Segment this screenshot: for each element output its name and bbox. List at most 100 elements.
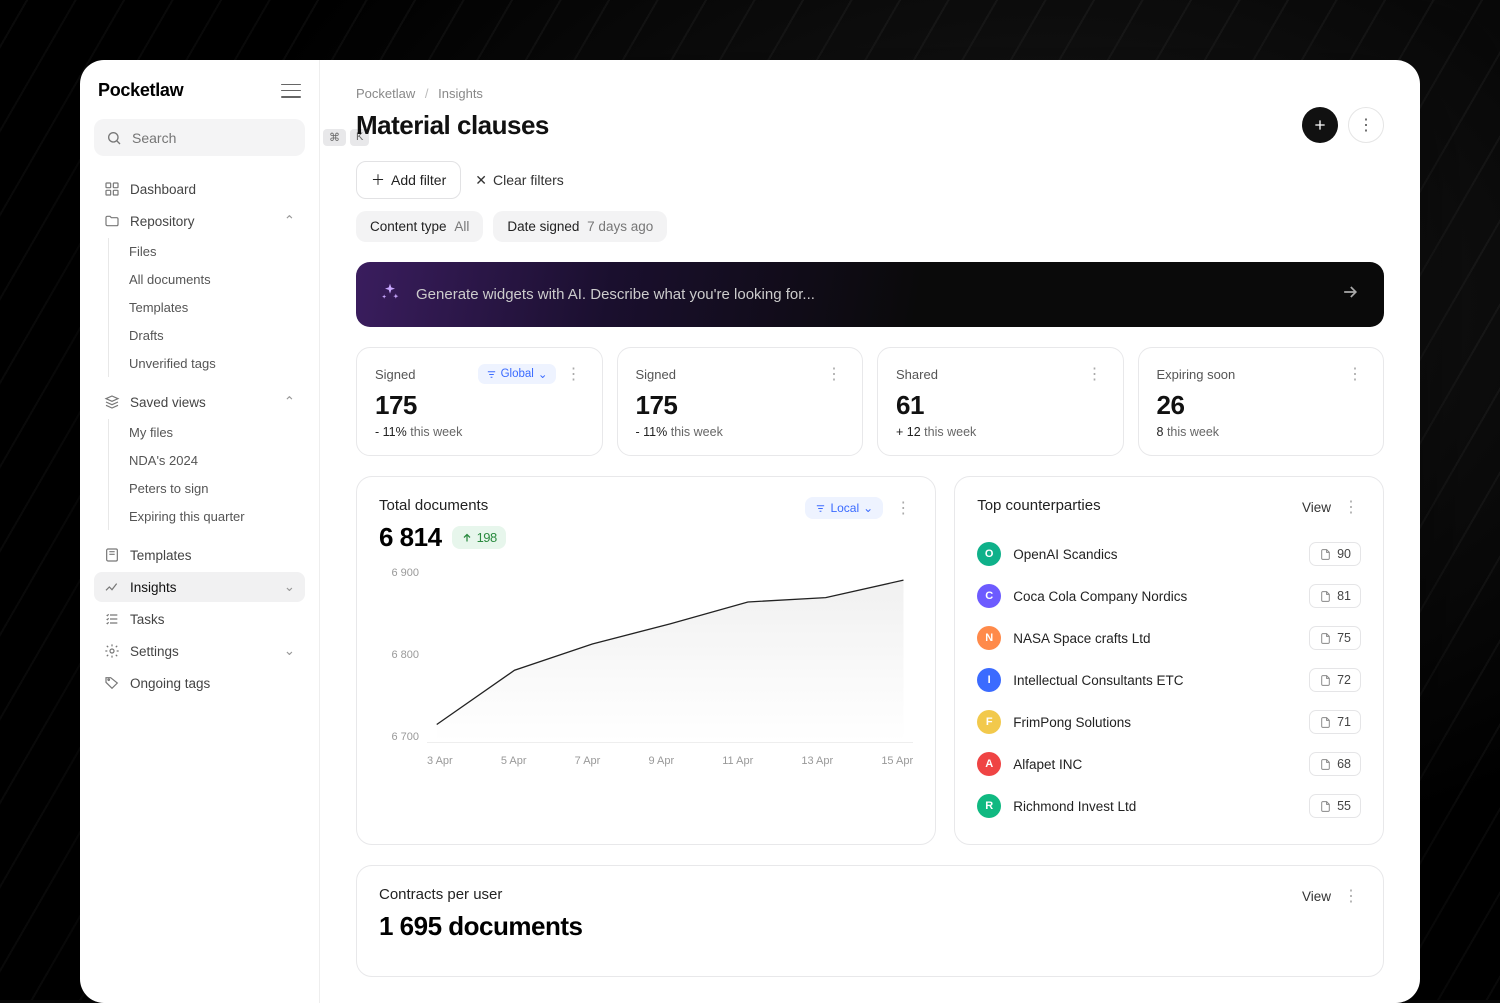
sidebar-item-repository[interactable]: Repository ⌃ <box>94 206 305 236</box>
dashboard-icon <box>104 181 120 197</box>
clear-filters-button[interactable]: ✕ Clear filters <box>475 172 564 189</box>
ai-prompt-text: Generate widgets with AI. Describe what … <box>416 286 1324 303</box>
sidebar-item-all-documents[interactable]: All documents <box>121 266 305 293</box>
tasks-icon <box>104 611 120 627</box>
breadcrumb: Pocketlaw / Insights <box>356 86 1384 101</box>
sidebar-item-unverified-tags[interactable]: Unverified tags <box>121 350 305 377</box>
avatar: C <box>977 584 1001 608</box>
sidebar-item-saved-views[interactable]: Saved views ⌃ <box>94 387 305 417</box>
counterparty-row[interactable]: I Intellectual Consultants ETC 72 <box>977 662 1361 698</box>
card-more-icon[interactable]: ⋮ <box>1345 364 1365 384</box>
nav-label: Insights <box>130 580 177 595</box>
sidebar-item-insights[interactable]: Insights ⌄ <box>94 572 305 602</box>
card-more-icon[interactable]: ⋮ <box>564 364 584 384</box>
trend-badge: 198 <box>452 526 506 549</box>
chevron-up-icon: ⌃ <box>284 213 295 229</box>
card-more-icon[interactable]: ⋮ <box>824 364 844 384</box>
panel-more-icon[interactable]: ⋮ <box>1341 886 1361 906</box>
chevron-down-icon: ⌄ <box>538 367 548 381</box>
chevron-down-icon: ⌄ <box>863 501 873 515</box>
add-filter-button[interactable]: ＋ Add filter <box>356 161 461 199</box>
counterparty-row[interactable]: O OpenAI Scandics 90 <box>977 536 1361 572</box>
counterparty-count: 90 <box>1309 542 1361 566</box>
sidebar-item-ongoing-tags[interactable]: Ongoing tags <box>94 668 305 698</box>
chevron-up-icon: ⌃ <box>284 394 295 410</box>
counterparty-row[interactable]: C Coca Cola Company Nordics 81 <box>977 578 1361 614</box>
arrow-right-icon[interactable] <box>1340 282 1360 307</box>
view-link[interactable]: View <box>1302 889 1331 904</box>
sidebar-item-settings[interactable]: Settings ⌄ <box>94 636 305 666</box>
sidebar-item-drafts[interactable]: Drafts <box>121 322 305 349</box>
sidebar-item-expiring[interactable]: Expiring this quarter <box>121 503 305 530</box>
filter-chip-date-signed[interactable]: Date signed 7 days ago <box>493 211 667 242</box>
tag-icon <box>104 675 120 691</box>
insights-icon <box>104 579 120 595</box>
counterparty-name: OpenAI Scandics <box>1013 547 1297 562</box>
sidebar: Pocketlaw ⌘K Dashboard Repository ⌃ File… <box>80 60 320 1003</box>
counterparty-row[interactable]: N NASA Space crafts Ltd 75 <box>977 620 1361 656</box>
ai-prompt-bar[interactable]: Generate widgets with AI. Describe what … <box>356 262 1384 327</box>
add-button[interactable] <box>1302 107 1338 143</box>
counterparty-count: 68 <box>1309 752 1361 776</box>
search-field[interactable] <box>132 130 313 146</box>
counterparty-row[interactable]: R Richmond Invest Ltd 55 <box>977 788 1361 824</box>
nav-label: Saved views <box>130 395 206 410</box>
sidebar-item-templates-sub[interactable]: Templates <box>121 294 305 321</box>
more-button[interactable]: ⋮ <box>1348 107 1384 143</box>
counterparty-count: 55 <box>1309 794 1361 818</box>
sidebar-item-files[interactable]: Files <box>121 238 305 265</box>
sidebar-item-ndas[interactable]: NDA's 2024 <box>121 447 305 474</box>
brand-logo: Pocketlaw <box>98 80 183 101</box>
nav: Dashboard Repository ⌃ Files All documen… <box>94 174 305 698</box>
filter-chip-content-type[interactable]: Content type All <box>356 211 483 242</box>
counterparty-row[interactable]: F FrimPong Solutions 71 <box>977 704 1361 740</box>
counterparty-count: 75 <box>1309 626 1361 650</box>
scope-tag-global[interactable]: Global ⌄ <box>478 364 556 384</box>
counterparty-name: Alfapet INC <box>1013 757 1297 772</box>
panel-total-documents: Total documents 6 814 198 Local <box>356 476 936 845</box>
stack-icon <box>104 394 120 410</box>
avatar: O <box>977 542 1001 566</box>
sidebar-item-peters[interactable]: Peters to sign <box>121 475 305 502</box>
page-title: Material clauses <box>356 110 549 141</box>
sparkle-icon <box>380 282 400 307</box>
sidebar-item-tasks[interactable]: Tasks <box>94 604 305 634</box>
avatar: N <box>977 626 1001 650</box>
sidebar-item-dashboard[interactable]: Dashboard <box>94 174 305 204</box>
counterparty-count: 71 <box>1309 710 1361 734</box>
avatar: A <box>977 752 1001 776</box>
search-input[interactable]: ⌘K <box>94 119 305 156</box>
template-icon <box>104 547 120 563</box>
saved-views-submenu: My files NDA's 2024 Peters to sign Expir… <box>108 419 305 530</box>
counterparty-name: Richmond Invest Ltd <box>1013 799 1297 814</box>
sidebar-item-templates[interactable]: Templates <box>94 540 305 570</box>
repository-submenu: Files All documents Templates Drafts Unv… <box>108 238 305 377</box>
nav-label: Settings <box>130 644 179 659</box>
app-window: Pocketlaw ⌘K Dashboard Repository ⌃ File… <box>80 60 1420 1003</box>
total-documents-chart: 6 9006 8006 700 3 Apr5 Apr7 Apr9 Apr11 A… <box>379 567 913 767</box>
panel-counterparties: Top counterparties View ⋮ O OpenAI Scand… <box>954 476 1384 845</box>
counterparty-count: 81 <box>1309 584 1361 608</box>
avatar: F <box>977 710 1001 734</box>
counterparty-name: Intellectual Consultants ETC <box>1013 673 1297 688</box>
menu-toggle-icon[interactable] <box>281 84 301 98</box>
counterparty-row[interactable]: A Alfapet INC 68 <box>977 746 1361 782</box>
nav-label: Dashboard <box>130 182 196 197</box>
chevron-down-icon: ⌄ <box>284 643 295 659</box>
card-more-icon[interactable]: ⋮ <box>1085 364 1105 384</box>
nav-label: Templates <box>130 548 192 563</box>
sidebar-item-my-files[interactable]: My files <box>121 419 305 446</box>
panel-more-icon[interactable]: ⋮ <box>1341 497 1361 517</box>
chevron-down-icon: ⌄ <box>284 579 295 595</box>
counterparty-name: Coca Cola Company Nordics <box>1013 589 1297 604</box>
nav-label: Repository <box>130 214 195 229</box>
counterparty-name: NASA Space crafts Ltd <box>1013 631 1297 646</box>
panel-more-icon[interactable]: ⋮ <box>893 498 913 518</box>
scope-tag-local[interactable]: Local ⌄ <box>805 497 883 519</box>
plus-icon: ＋ <box>371 170 385 190</box>
avatar: R <box>977 794 1001 818</box>
breadcrumb-leaf[interactable]: Insights <box>438 86 483 101</box>
counterparty-count: 72 <box>1309 668 1361 692</box>
breadcrumb-root[interactable]: Pocketlaw <box>356 86 415 101</box>
view-link[interactable]: View <box>1302 500 1331 515</box>
